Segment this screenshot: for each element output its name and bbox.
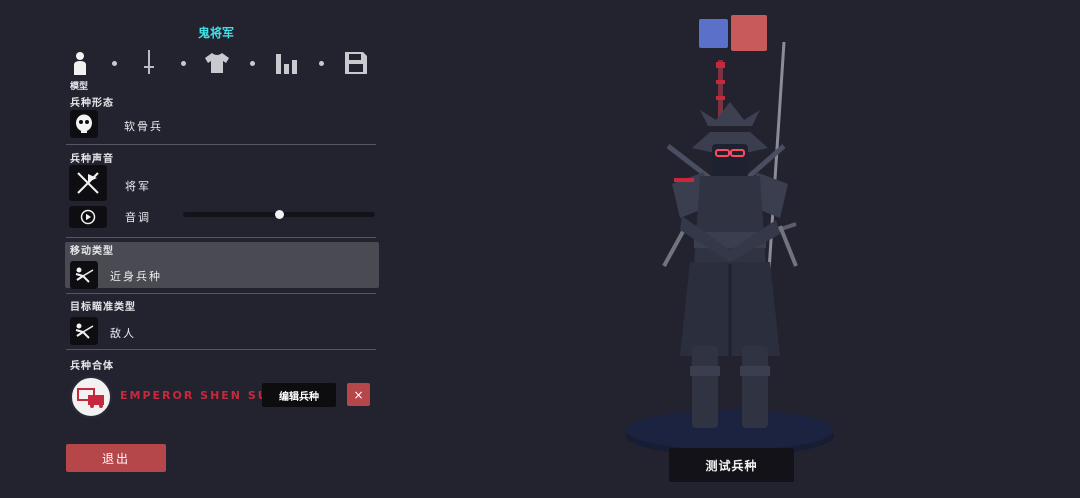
step-separator (250, 61, 255, 66)
unit-form-value: 软骨兵 (124, 120, 163, 133)
sword-icon (144, 50, 154, 74)
step-model-button[interactable] (66, 48, 94, 78)
unit-form-button[interactable] (70, 110, 98, 138)
pedestal-top (626, 410, 834, 450)
step-model-label: 模型 (70, 82, 89, 92)
general-flag-icon (77, 172, 99, 194)
unit-title: 鬼将军 (198, 26, 235, 40)
divider (66, 349, 376, 350)
merge-unit-avatar[interactable] (70, 376, 112, 418)
divider (66, 237, 376, 238)
person-icon (74, 52, 86, 75)
exit-button[interactable]: 退出 (66, 444, 166, 472)
unit-voice-button[interactable] (69, 165, 107, 201)
pitch-slider-thumb[interactable] (274, 210, 284, 219)
melee-icon (75, 267, 94, 283)
merge-label: 兵种合体 (70, 361, 114, 372)
divider (66, 144, 376, 145)
shirt-icon (205, 53, 229, 73)
merged-unit-icon (77, 388, 104, 408)
step-separator (319, 61, 324, 66)
move-type-value: 近身兵种 (110, 270, 162, 283)
katana (766, 41, 786, 287)
merge-unit-name: EMPEROR SHEN SUN (120, 389, 270, 402)
step-save-button[interactable] (342, 48, 370, 78)
target-type-label: 目标瞄准类型 (70, 302, 136, 313)
step-separator (112, 61, 117, 66)
save-icon (345, 52, 367, 74)
test-unit-button[interactable]: 测试兵种 (669, 448, 794, 482)
play-icon (80, 209, 96, 225)
stats-icon (276, 54, 297, 74)
unit-voice-label: 兵种声音 (70, 154, 114, 165)
step-clothing-button[interactable] (203, 48, 231, 78)
step-stats-button[interactable] (273, 48, 301, 78)
remove-merge-button[interactable]: × (347, 383, 370, 406)
play-voice-button[interactable] (69, 206, 107, 228)
unit-voice-value: 将军 (125, 180, 151, 193)
target-type-button[interactable] (70, 317, 98, 345)
divider (66, 293, 376, 294)
target-type-value: 敌人 (110, 327, 136, 340)
unit-preview[interactable] (620, 36, 840, 456)
skull-icon (76, 114, 92, 133)
target-enemy-icon (75, 323, 94, 339)
unit-form-label: 兵种形态 (70, 98, 114, 109)
edit-unit-button[interactable]: 编辑兵种 (262, 383, 336, 407)
step-separator (181, 61, 186, 66)
move-type-label: 移动类型 (70, 246, 114, 257)
move-type-button[interactable] (70, 261, 98, 289)
step-weapon-button[interactable] (135, 48, 163, 78)
pitch-label: 音调 (125, 211, 151, 224)
